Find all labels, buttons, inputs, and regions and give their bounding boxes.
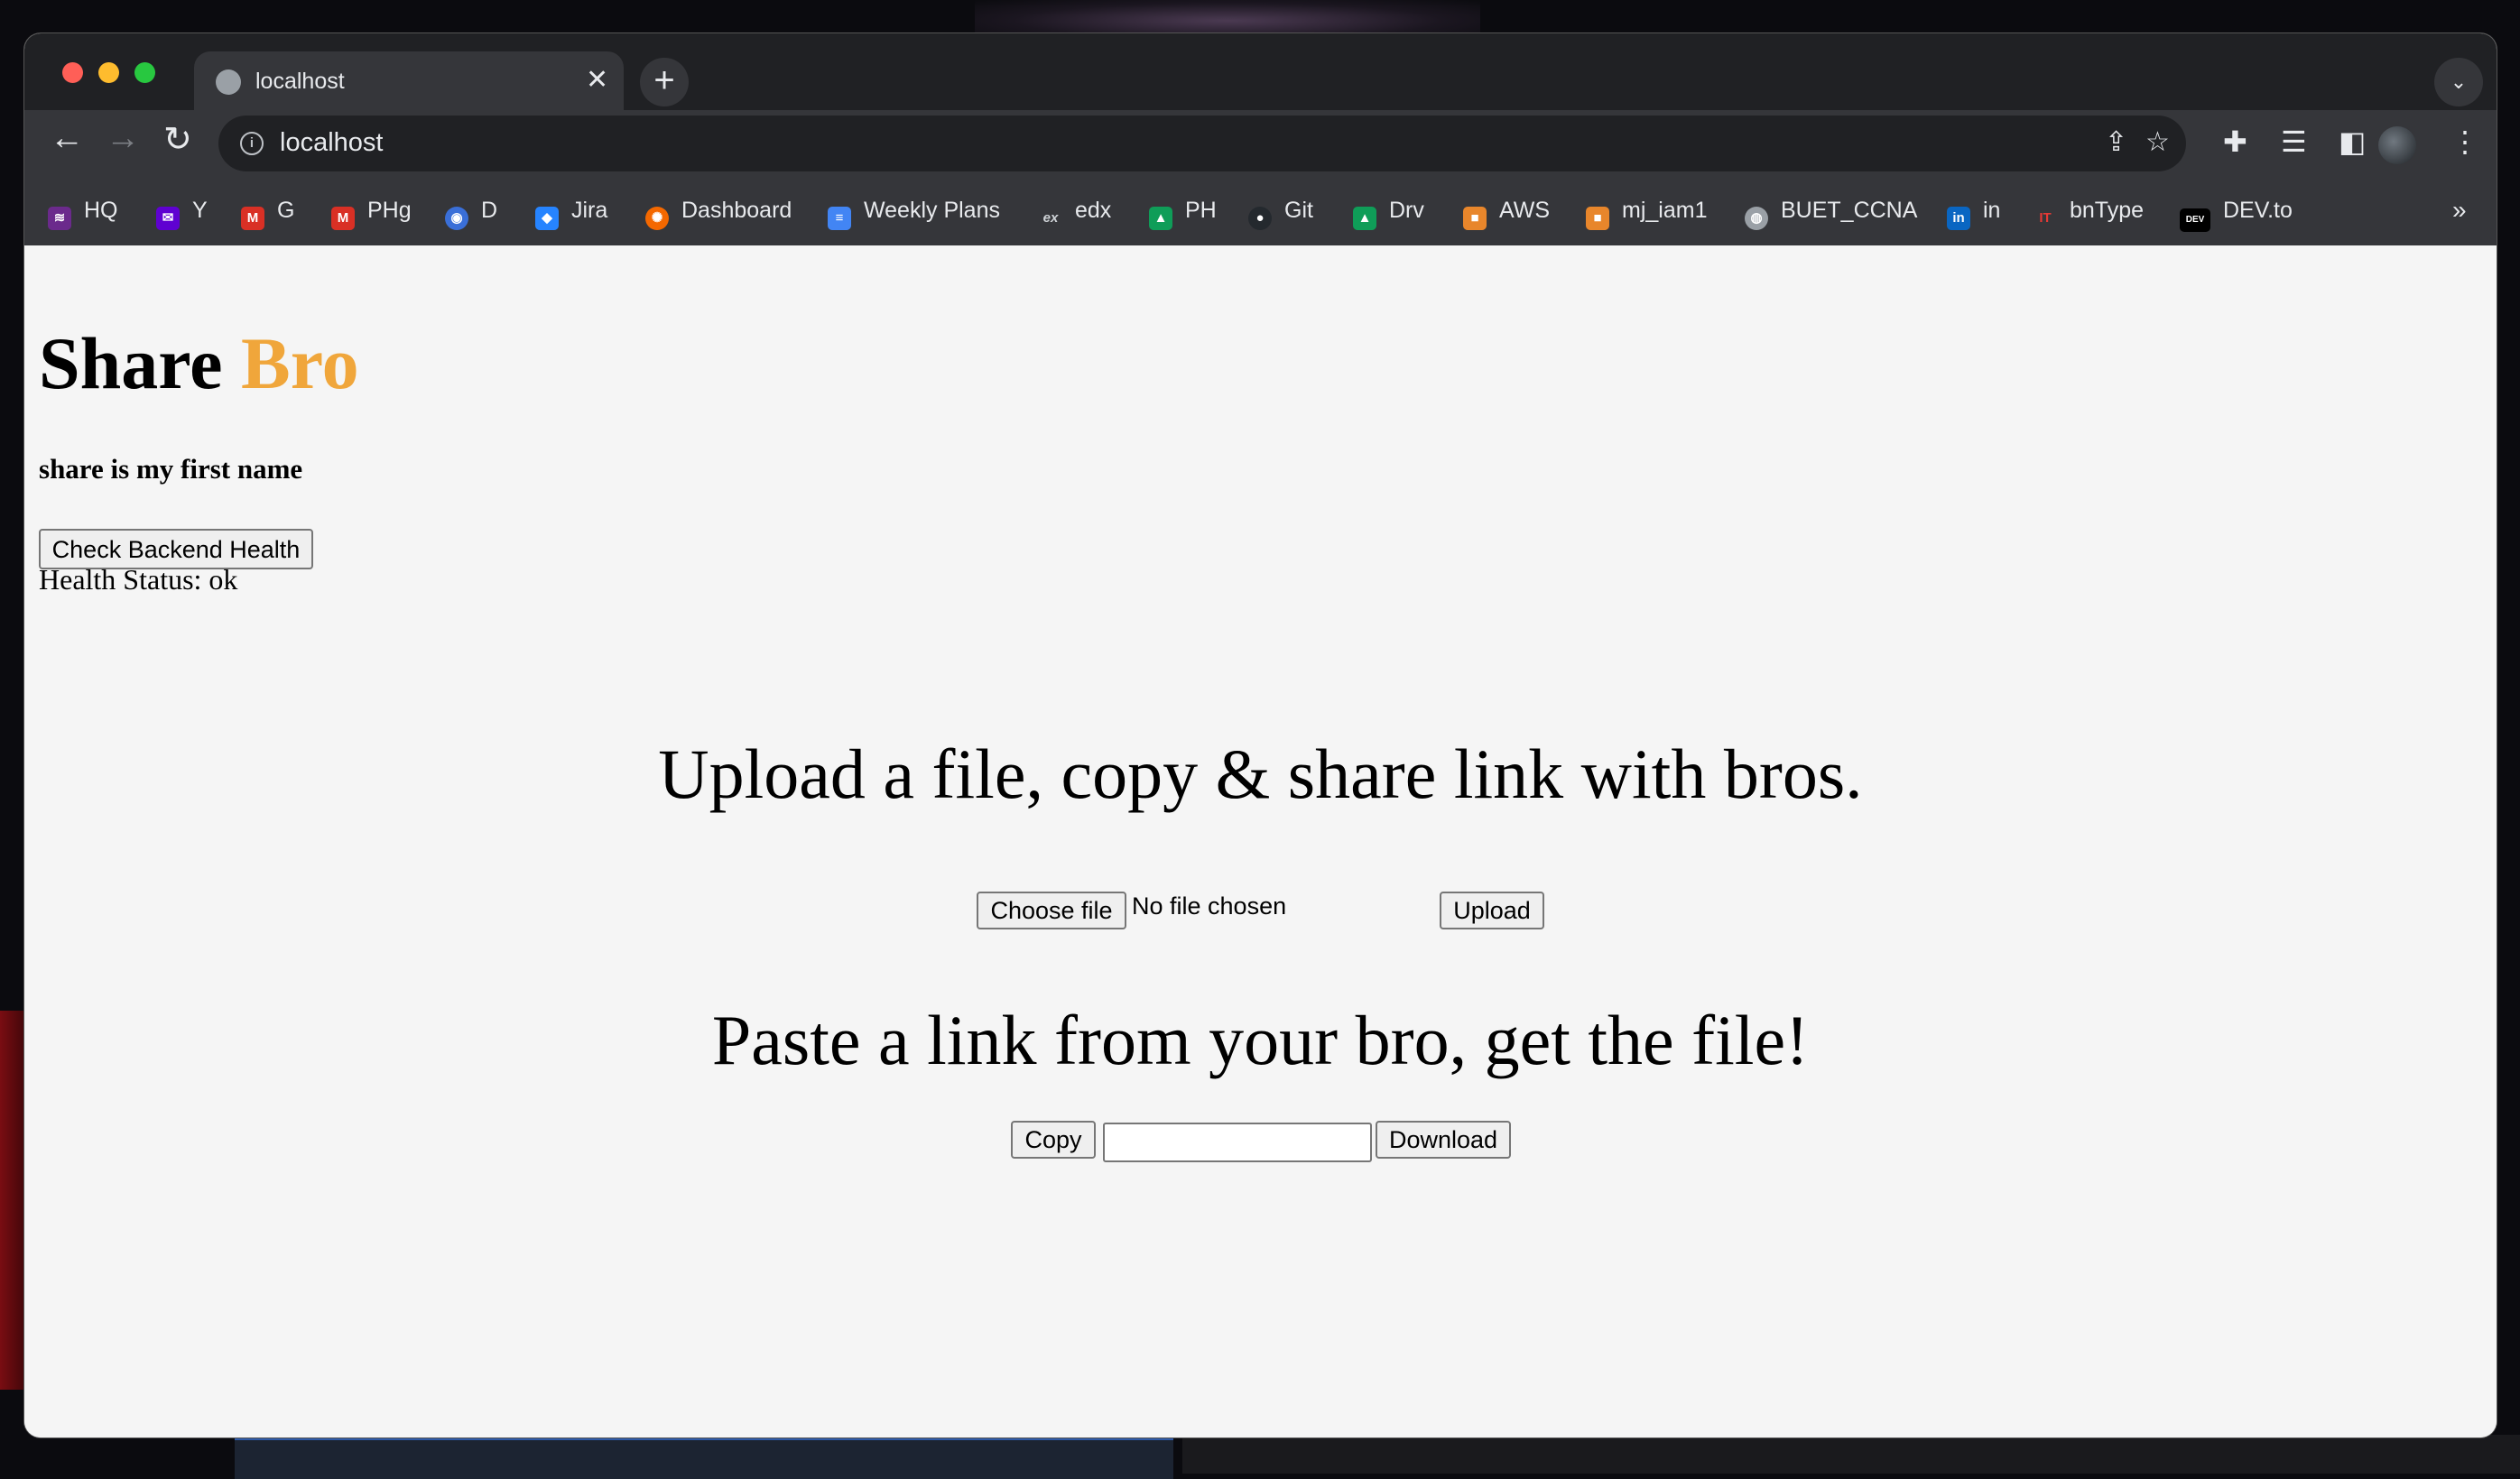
side-panel-icon[interactable]: ◧: [2339, 125, 2366, 159]
bookmark-mj-iam1[interactable]: ■ mj_iam1: [1586, 198, 1707, 230]
bookmark-label: Git: [1284, 198, 1313, 223]
background-window: [235, 1435, 1173, 1479]
no-file-chosen-text: No file chosen: [1132, 892, 1287, 920]
copy-button[interactable]: Copy: [1011, 1121, 1096, 1159]
bookmark-label: mj_iam1: [1622, 198, 1708, 223]
bookmark-label: BUET_CCNA: [1781, 198, 1918, 223]
back-arrow-icon[interactable]: ←: [50, 119, 84, 158]
new-tab-button[interactable]: +: [640, 58, 689, 106]
bookmark-label: PH: [1185, 198, 1217, 223]
bookmark-star-icon[interactable]: ☆: [2145, 126, 2170, 158]
bookmark-bntype[interactable]: IT bnType: [2034, 198, 2144, 230]
bookmark-label: Dashboard: [681, 198, 792, 223]
bookmark-d[interactable]: ◉ D: [445, 198, 497, 230]
tagline: share is my first name: [39, 453, 303, 485]
close-window-button[interactable]: [62, 62, 83, 83]
share-icon[interactable]: ⇪: [2105, 126, 2127, 158]
bookmark-y[interactable]: ✉ Y: [156, 198, 208, 230]
bookmark-label: G: [277, 198, 295, 223]
bookmark-weekly-plans[interactable]: ≡ Weekly Plans: [828, 198, 1000, 230]
bookmarks-bar: ≋ HQ ✉ Y MG M PHg ◉ D ◆ Jira ✺ Dashboard ≡ Week…: [24, 178, 2497, 245]
link-input[interactable]: [1103, 1123, 1372, 1162]
chrome-dev-icon: ◉: [445, 207, 468, 230]
bntype-icon: IT: [2034, 207, 2057, 230]
choose-file-button[interactable]: Choose file: [977, 892, 1126, 929]
health-status: Health Status: ok: [39, 563, 238, 596]
bookmark-drv[interactable]: ▲ Drv: [1353, 198, 1424, 230]
globe-icon: [216, 69, 241, 95]
browser-toolbar: ← → ↻ i localhost ⇪ ☆ ✚ ☰ ◧ ⋮: [24, 110, 2497, 178]
upload-heading: Upload a file, copy & share link with br…: [658, 735, 1863, 813]
grafana-icon: ✺: [645, 207, 669, 230]
profile-avatar[interactable]: [2378, 126, 2416, 164]
title-bar: localhost ✕ + ⌄: [24, 33, 2497, 110]
linkedin-icon: in: [1947, 207, 1970, 230]
bookmark-label: bnType: [2070, 198, 2145, 223]
download-button[interactable]: Download: [1376, 1121, 1511, 1159]
gmail-icon: M: [241, 207, 264, 230]
dev-to-icon: DEV: [2180, 208, 2210, 232]
bookmark-ph[interactable]: ▲ PH: [1149, 198, 1217, 230]
globe-icon: ◍: [1745, 207, 1768, 230]
page-title: Share Bro: [39, 327, 359, 401]
google-drive-icon: ▲: [1353, 207, 1376, 230]
reading-list-icon[interactable]: ☰: [2281, 125, 2307, 159]
paste-heading: Paste a link from your bro, get the file…: [711, 1001, 1810, 1079]
bookmark-dev-to[interactable]: DEV DEV.to: [2180, 198, 2293, 232]
bookmark-label: Drv: [1389, 198, 1424, 223]
more-bookmarks-icon[interactable]: »: [2452, 196, 2467, 225]
yahoo-mail-icon: ✉: [156, 207, 180, 230]
bookmark-in[interactable]: in in: [1947, 198, 2000, 230]
bookmark-label: in: [1983, 198, 2001, 223]
gmail-icon: M: [331, 207, 355, 230]
browser-window: localhost ✕ + ⌄ ← → ↻ i localhost ⇪ ☆ ✚ …: [24, 33, 2497, 1437]
forward-arrow-icon[interactable]: →: [106, 119, 140, 158]
background-window-2: [1182, 1435, 2520, 1474]
bookmark-edx[interactable]: ex edx: [1039, 198, 1111, 230]
extensions-puzzle-icon[interactable]: ✚: [2223, 125, 2247, 159]
title-accent: Bro: [241, 322, 359, 404]
bookmark-label: AWS: [1499, 198, 1551, 223]
bookmark-label: Weekly Plans: [864, 198, 1000, 223]
jira-icon: ◆: [535, 207, 559, 230]
aws-box-icon: ■: [1463, 207, 1487, 230]
url-text[interactable]: localhost: [280, 128, 383, 158]
address-bar[interactable]: i localhost ⇪ ☆: [218, 116, 2186, 171]
google-drive-icon: ▲: [1149, 207, 1172, 230]
title-main: Share: [39, 322, 223, 404]
google-docs-icon: ≡: [828, 207, 851, 230]
bookmark-label: D: [481, 198, 498, 223]
maximize-window-button[interactable]: [134, 62, 155, 83]
tab-localhost[interactable]: localhost ✕: [194, 51, 624, 110]
bookmark-label: Y: [192, 198, 208, 223]
reload-icon[interactable]: ↻: [163, 119, 192, 160]
bookmark-g[interactable]: MG: [241, 198, 294, 230]
bookmark-hq[interactable]: ≋ HQ: [48, 198, 118, 230]
tab-title: localhost: [255, 69, 345, 94]
bookmark-label: Jira: [571, 198, 608, 223]
bookmark-label: HQ: [84, 198, 118, 223]
kebab-menu-icon[interactable]: ⋮: [2451, 125, 2479, 159]
bookmark-buet-ccna[interactable]: ◍ BUET_CCNA: [1745, 198, 1917, 230]
edx-icon: ex: [1039, 207, 1062, 230]
ph-icon: ≋: [48, 207, 71, 230]
bookmark-jira[interactable]: ◆ Jira: [535, 198, 607, 230]
minimize-window-button[interactable]: [98, 62, 119, 83]
aws-box-icon: ■: [1586, 207, 1609, 230]
page-content: Share Bro share is my first name Check B…: [24, 245, 2497, 1437]
bookmark-phg[interactable]: M PHg: [331, 198, 412, 230]
bookmark-label: edx: [1075, 198, 1112, 223]
github-icon: ●: [1248, 207, 1272, 230]
bookmark-label: PHg: [367, 198, 412, 223]
bookmark-aws[interactable]: ■ AWS: [1463, 198, 1550, 230]
bookmark-dashboard[interactable]: ✺ Dashboard: [645, 198, 792, 230]
site-info-icon[interactable]: i: [240, 132, 264, 155]
upload-button[interactable]: Upload: [1440, 892, 1544, 929]
bookmark-label: DEV.to: [2223, 198, 2293, 223]
close-tab-icon[interactable]: ✕: [586, 64, 608, 96]
bookmark-git[interactable]: ● Git: [1248, 198, 1313, 230]
tab-search-button[interactable]: ⌄: [2434, 58, 2483, 106]
